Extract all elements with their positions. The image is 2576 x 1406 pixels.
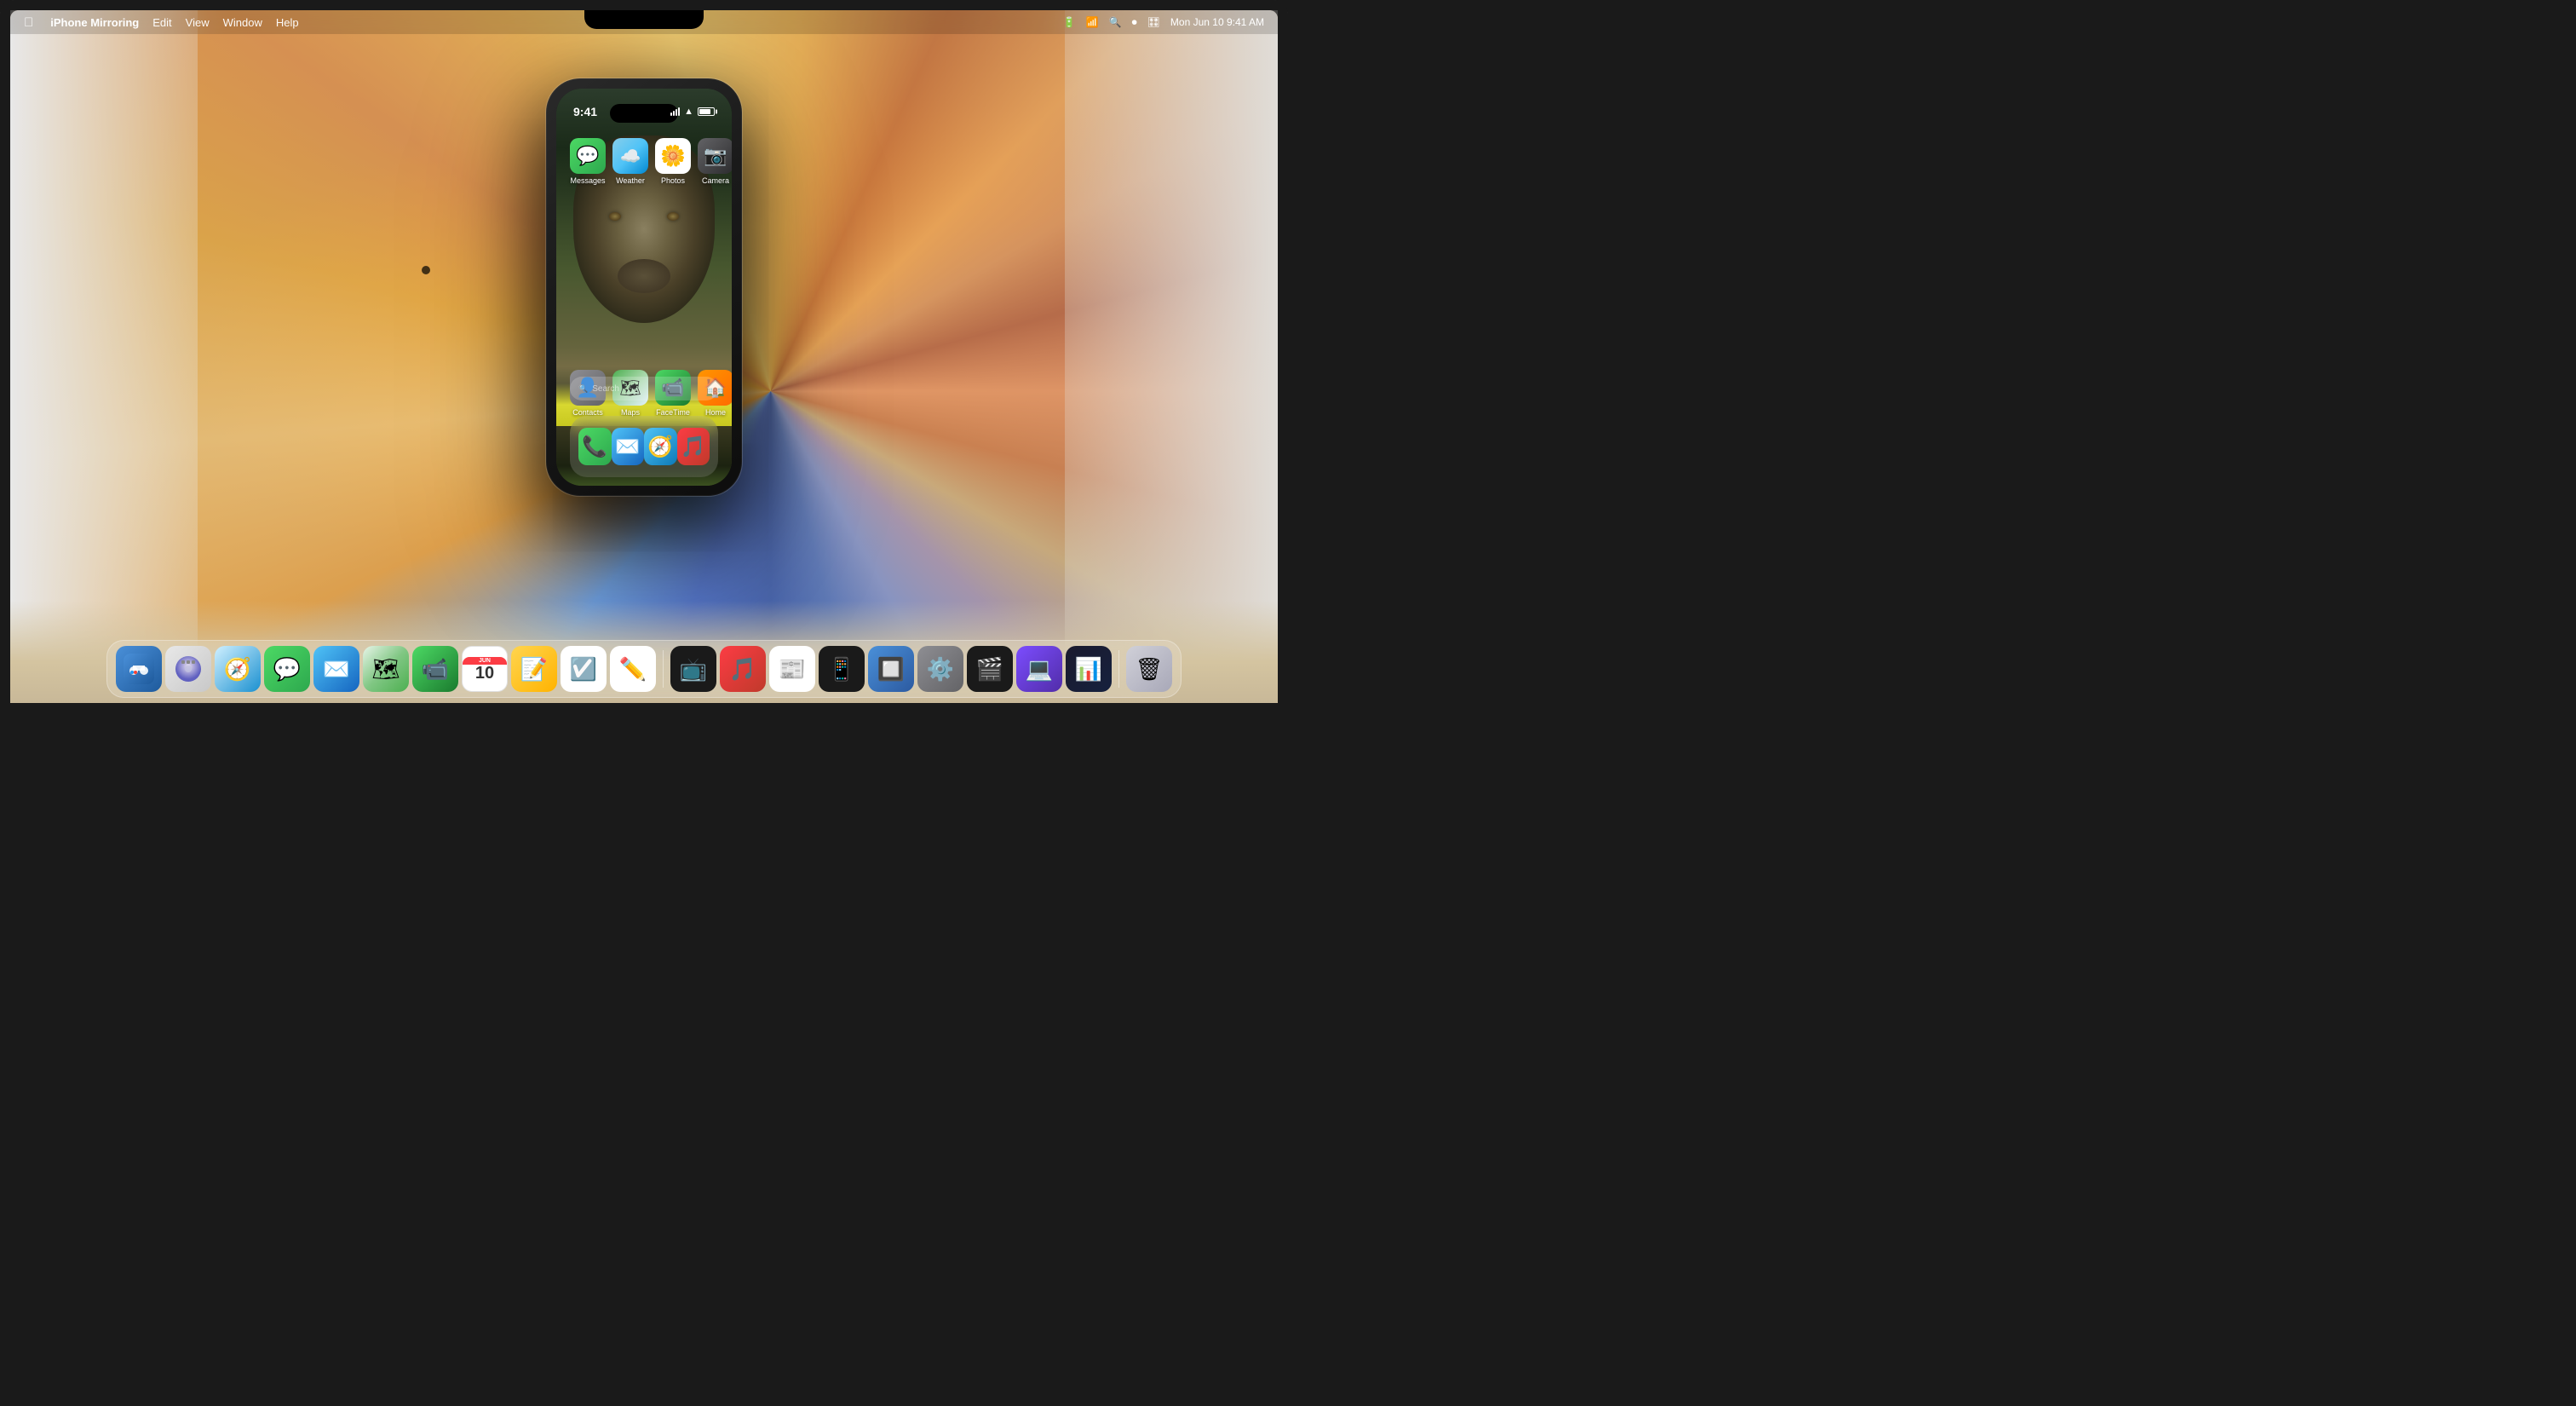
menubar-window[interactable]: Window (223, 16, 262, 29)
iphone-statusbar: 9:41 ▲ (556, 89, 732, 126)
dock-maps[interactable]: 🗺 (363, 646, 409, 692)
dock-calendar[interactable]: JUN 10 (462, 646, 508, 692)
home-label: Home (705, 408, 726, 417)
iphone-frame: 9:41 ▲ (546, 78, 742, 496)
screen:  iPhone Mirroring Edit View Window Help… (10, 10, 1278, 703)
dock-launchpad[interactable] (165, 646, 211, 692)
menubar-app-name[interactable]: iPhone Mirroring (50, 16, 139, 29)
dock-facetime[interactable]: 📹 (412, 646, 458, 692)
dock-istat[interactable]: 📊 (1066, 646, 1112, 692)
iphone-screen[interactable]: 9:41 ▲ (556, 89, 732, 486)
dock-music[interactable]: 🎵 (677, 428, 710, 465)
iphone-app-messages[interactable]: 💬 Messages (570, 138, 606, 185)
iphone-status-icons: ▲ (670, 107, 715, 117)
dog-eye-left (609, 212, 621, 221)
iphone-app-camera[interactable]: 📷 Camera (698, 138, 732, 185)
calendar-date: 10 (475, 665, 494, 682)
dock-code-editor[interactable]: 💻 (1016, 646, 1062, 692)
iphone-app-photos[interactable]: 🌼 Photos (655, 138, 691, 185)
dock-system-settings[interactable]: ⚙️ (917, 646, 963, 692)
menubar-datetime: Mon Jun 10 9:41 AM (1170, 16, 1264, 28)
desk-left (10, 10, 198, 703)
macbook-frame:  iPhone Mirroring Edit View Window Help… (0, 0, 1288, 703)
control-center-icon[interactable]: 🎛 (1147, 16, 1160, 28)
iphone-apps-row1: 💬 Messages ☁️ Weather 🌼 Photos (556, 131, 732, 192)
dock-mail[interactable]: ✉️ (313, 646, 359, 692)
dock-iphone-mirroring[interactable]: 📱 (819, 646, 865, 692)
weather-label: Weather (616, 176, 645, 185)
battery-icon: 🔋 (1063, 16, 1076, 28)
messages-icon[interactable]: 💬 (570, 138, 606, 174)
wall-right (1065, 10, 1278, 703)
dock-mail[interactable]: ✉️ (612, 428, 645, 465)
search-icon[interactable]: 🔍 (1109, 16, 1122, 28)
camera-label: Camera (702, 176, 729, 185)
dog-snout (618, 259, 670, 293)
iphone-dock: 📞 ✉️ 🧭 🎵 (570, 416, 718, 477)
apple-menu-icon[interactable]:  (24, 15, 33, 30)
screen-record-icon[interactable]: ⏺ (1132, 16, 1137, 29)
search-magnifier-icon: 🔍 (578, 384, 588, 394)
weather-icon[interactable]: ☁️ (612, 138, 648, 174)
dock-notes[interactable]: 📝 (511, 646, 557, 692)
dock-freeform[interactable]: ✏️ (610, 646, 656, 692)
search-text: Search (592, 384, 619, 394)
menubar-view[interactable]: View (186, 16, 210, 29)
macbook-bezel:  iPhone Mirroring Edit View Window Help… (0, 0, 1288, 703)
dock-separator-2 (1118, 650, 1119, 688)
wifi-icon: 📶 (1086, 16, 1099, 28)
dock-messages[interactable]: 💬 (264, 646, 310, 692)
menubar-help[interactable]: Help (276, 16, 299, 29)
macos-dock: 🧭 💬 ✉️ 🗺 📹 (106, 640, 1182, 698)
dock-appletv[interactable]: 📺 (670, 646, 716, 692)
photos-label: Photos (661, 176, 685, 185)
dock-trash[interactable]: 🗑 (1126, 646, 1172, 692)
camera-notch (584, 10, 704, 29)
iphone-time: 9:41 (573, 105, 597, 118)
dock-separator-1 (663, 650, 664, 688)
dock-finder[interactable] (116, 646, 162, 692)
dock-music[interactable]: 🎵 (720, 646, 766, 692)
battery-status-icon (698, 107, 715, 116)
photos-icon[interactable]: 🌼 (655, 138, 691, 174)
menubar-right: 🔋 📶 🔍 ⏺ 🎛 Mon Jun 10 9:41 AM (1063, 16, 1264, 29)
dock-simulator[interactable]: 🔲 (868, 646, 914, 692)
dock-finalcut[interactable]: 🎬 (967, 646, 1013, 692)
dock-reminders[interactable]: ☑️ (561, 646, 607, 692)
iphone-mirroring-window[interactable]: 9:41 ▲ (546, 78, 742, 496)
wifi-status-icon: ▲ (684, 107, 693, 117)
camera-icon[interactable]: 📷 (698, 138, 732, 174)
dock-news[interactable]: 📰 (769, 646, 815, 692)
dock-safari[interactable]: 🧭 (644, 428, 677, 465)
iphone-app-weather[interactable]: ☁️ Weather (612, 138, 648, 185)
dock-safari[interactable]: 🧭 (215, 646, 261, 692)
menubar-edit[interactable]: Edit (152, 16, 171, 29)
iphone-search-bar[interactable]: 🔍 Search (570, 377, 718, 400)
menubar-left:  iPhone Mirroring Edit View Window Help (24, 15, 299, 30)
messages-label: Messages (570, 176, 605, 185)
signal-bars-icon (670, 107, 680, 116)
dock-phone[interactable]: 📞 (578, 428, 612, 465)
